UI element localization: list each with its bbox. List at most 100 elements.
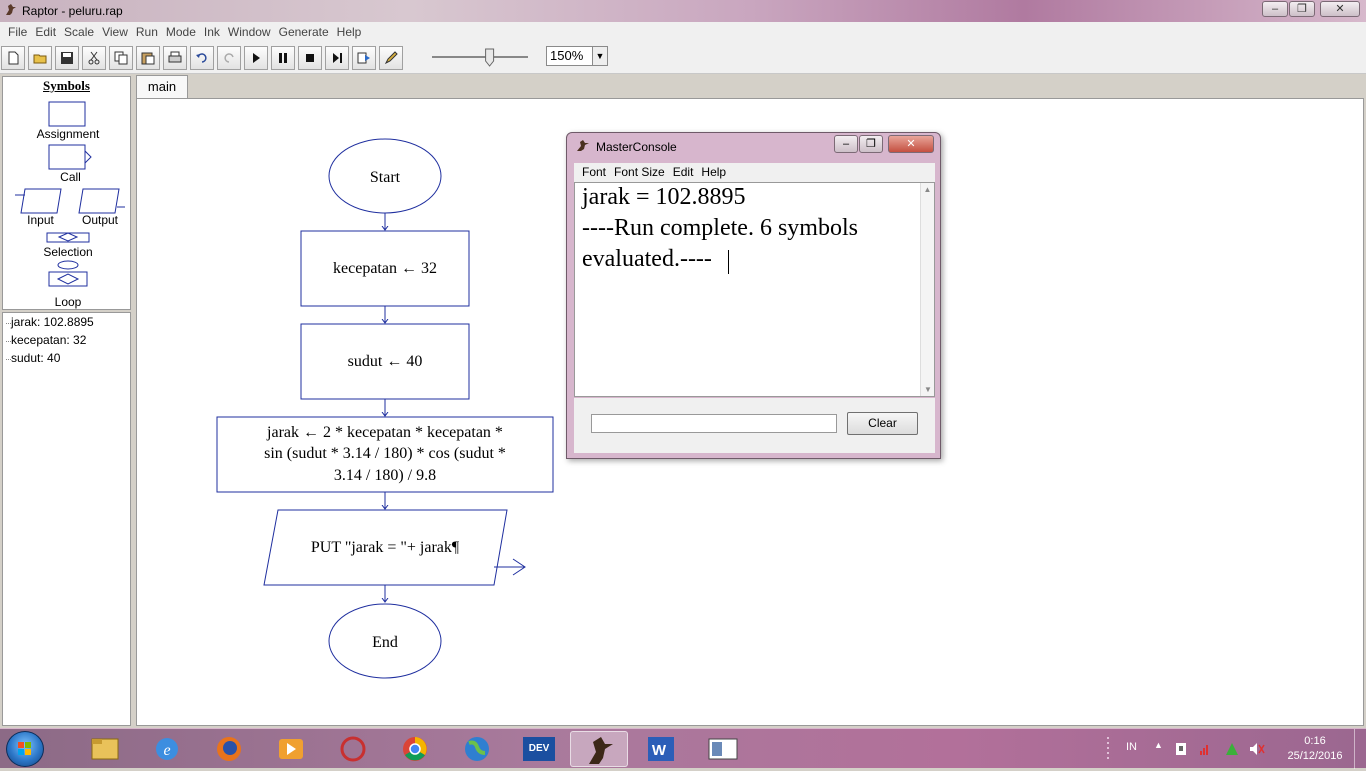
media-player-icon	[279, 739, 303, 759]
tray-expand-icon[interactable]: ▲	[1154, 740, 1163, 750]
console-menu-edit[interactable]: Edit	[665, 163, 694, 179]
close-button[interactable]: ✕	[1320, 1, 1360, 17]
volume-icon[interactable]	[1250, 743, 1265, 755]
selection-symbol-icon[interactable]	[46, 232, 90, 243]
save-button[interactable]	[55, 46, 79, 70]
open-button[interactable]	[28, 46, 52, 70]
undo-button[interactable]	[190, 46, 214, 70]
signal-icon[interactable]	[1200, 745, 1208, 755]
language-indicator[interactable]: IN	[1126, 741, 1137, 753]
stop-button[interactable]	[298, 46, 322, 70]
console-maximize-button[interactable]: ❐	[859, 135, 883, 153]
taskbar-earth[interactable]	[448, 731, 506, 767]
paste-button[interactable]	[136, 46, 160, 70]
svg-text:DEV: DEV	[529, 743, 550, 754]
tab-main[interactable]: main	[136, 75, 188, 99]
taskbar: e DEV W IN ▲ 0:16 25/12/2016	[0, 728, 1366, 769]
print-button[interactable]	[163, 46, 187, 70]
menu-ink[interactable]: Ink	[196, 22, 220, 39]
console-minimize-button[interactable]: –	[834, 135, 858, 153]
redo-button[interactable]	[217, 46, 241, 70]
taskbar-chrome[interactable]	[386, 731, 444, 767]
input-symbol-icon[interactable]	[15, 188, 62, 214]
text-cursor	[728, 250, 729, 274]
call-symbol-icon[interactable]	[48, 144, 92, 170]
console-bottom-bar: Clear	[574, 398, 935, 453]
new-icon	[8, 51, 19, 65]
variable-item[interactable]: kecepatan: 32	[5, 333, 86, 347]
cut-icon	[88, 51, 100, 65]
loop-symbol-icon[interactable]	[48, 260, 88, 287]
run-button[interactable]	[244, 46, 268, 70]
run-to-completion-button[interactable]	[352, 46, 376, 70]
minimize-button[interactable]: –	[1262, 1, 1288, 17]
menu-file[interactable]: File	[0, 22, 27, 39]
step3-line1: jarak ← 2 * kecepatan * kecepatan *	[266, 424, 503, 441]
console-scrollbar[interactable]: ▲ ▼	[920, 183, 934, 396]
speed-slider[interactable]	[428, 46, 532, 68]
menu-run[interactable]: Run	[128, 22, 158, 39]
taskbar-firefox[interactable]	[200, 731, 258, 767]
start-button[interactable]	[6, 731, 44, 767]
pen-button[interactable]	[379, 46, 403, 70]
window-title: Raptor - peluru.rap	[22, 4, 123, 18]
taskbar-media[interactable]	[262, 731, 320, 767]
menu-mode[interactable]: Mode	[158, 22, 196, 39]
menu-edit[interactable]: Edit	[27, 22, 56, 39]
variable-item[interactable]: jarak: 102.8895	[6, 315, 94, 329]
menu-generate[interactable]: Generate	[271, 22, 329, 39]
console-output[interactable]: jarak = 102.8895 ----Run complete. 6 sym…	[574, 182, 935, 397]
chevron-down-icon[interactable]: ▼	[592, 47, 607, 65]
explorer-icon	[91, 738, 119, 760]
symbol-shapes	[15, 101, 125, 287]
show-desktop-button[interactable]	[1354, 729, 1366, 769]
usb-icon[interactable]	[1176, 743, 1186, 755]
ie-icon: e	[156, 738, 178, 760]
call-label: Call	[60, 170, 81, 184]
console-menu-help[interactable]: Help	[693, 163, 726, 179]
undo-icon	[196, 53, 207, 63]
taskbar-document[interactable]	[694, 731, 752, 767]
console-input[interactable]	[591, 414, 837, 433]
taskbar-pdf[interactable]	[324, 731, 382, 767]
clear-button[interactable]: Clear	[847, 412, 918, 435]
symbols-panel: Symbols Assignment Call Input Output Sel…	[2, 76, 131, 310]
taskbar-devcpp[interactable]: DEV	[510, 731, 568, 767]
input-label: Input	[27, 213, 54, 227]
pause-button[interactable]	[271, 46, 295, 70]
output-symbol-icon[interactable]	[78, 188, 125, 214]
menu-bar: File Edit Scale View Run Mode Ink Window Generat…	[0, 22, 1366, 42]
assignment-symbol-icon[interactable]	[48, 101, 86, 127]
copy-button[interactable]	[109, 46, 133, 70]
windows-logo-icon	[18, 742, 31, 755]
play-icon	[253, 53, 260, 63]
taskbar-explorer[interactable]	[76, 731, 134, 767]
console-close-button[interactable]: ✕	[888, 135, 934, 153]
taskbar-raptor[interactable]	[570, 731, 628, 767]
print-icon	[168, 51, 182, 63]
variable-item[interactable]: sudut: 40	[5, 351, 60, 365]
new-button[interactable]	[1, 46, 25, 70]
chrome-icon	[403, 737, 427, 761]
console-menu-font-size[interactable]: Font Size	[606, 163, 665, 179]
zoom-select[interactable]: 150% ▼	[546, 46, 608, 66]
zoom-value: 150%	[550, 48, 584, 63]
network-icon[interactable]	[1226, 743, 1238, 755]
step-button[interactable]	[325, 46, 349, 70]
clock[interactable]: 0:16 25/12/2016	[1282, 734, 1348, 764]
cut-button[interactable]	[82, 46, 106, 70]
console-menu-font[interactable]: Font	[574, 163, 606, 179]
earth-icon	[465, 737, 489, 761]
menu-scale[interactable]: Scale	[56, 22, 94, 39]
taskbar-ie[interactable]: e	[138, 731, 196, 767]
step1-text: kecepatan ← 32	[333, 260, 437, 277]
taskbar-word[interactable]: W	[632, 731, 690, 767]
svg-text:W: W	[652, 742, 667, 759]
menu-view[interactable]: View	[94, 22, 128, 39]
slider-thumb[interactable]	[485, 48, 495, 67]
maximize-button[interactable]: ❐	[1289, 1, 1315, 17]
clock-time: 0:16	[1304, 735, 1326, 747]
menu-window[interactable]: Window	[220, 22, 271, 39]
menu-help[interactable]: Help	[329, 22, 362, 39]
console-menu-bar: Font Font Size Edit Help	[574, 163, 935, 182]
